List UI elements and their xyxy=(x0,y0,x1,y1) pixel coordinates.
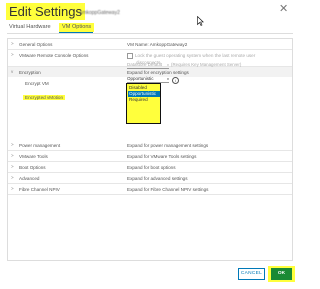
checkbox-label: Lock the guest operating system when the… xyxy=(135,53,256,59)
row-label: Fibre Channel NPIV xyxy=(19,187,60,192)
row-label: Encrypted vMotion xyxy=(23,95,66,100)
chevron-right-icon[interactable]: > xyxy=(11,142,14,148)
encrypt-vm-select-value: Datastore Default xyxy=(127,62,163,67)
kms-hint: (Requires Key Management Server) xyxy=(171,62,242,67)
row-label: Encryption xyxy=(19,70,41,75)
row-advanced[interactable]: > Advanced Expand for advanced settings xyxy=(8,173,292,184)
dialog-title: Edit Settings xyxy=(6,3,85,20)
row-label: Power management xyxy=(19,143,61,148)
row-value: Expand for VMware Tools settings xyxy=(127,154,197,159)
row-value: Expand for boot options xyxy=(127,165,176,170)
chevron-down-icon: v xyxy=(167,76,169,81)
row-value: Expand for advanced settings xyxy=(127,176,188,181)
row-value: Expand for Fibre Channel NPIV settings xyxy=(127,187,209,192)
mouse-cursor-icon xyxy=(197,16,204,26)
row-label: VMware Tools xyxy=(19,154,48,159)
info-icon[interactable]: i xyxy=(172,77,179,84)
tab-divider xyxy=(7,33,293,34)
row-value: Expand for power management settings xyxy=(127,143,209,148)
encrypted-vmotion-select[interactable]: Opportunistic v xyxy=(127,76,169,83)
row-label: Boot Options xyxy=(19,165,46,170)
edit-settings-dialog: Edit Settings AmkoppGateway2 ✕ Virtual H… xyxy=(0,0,300,289)
cancel-button[interactable]: CANCEL xyxy=(238,268,265,280)
row-vmware-tools[interactable]: > VMware Tools Expand for VMware Tools s… xyxy=(8,151,292,162)
chevron-right-icon[interactable]: > xyxy=(11,175,14,181)
lock-guest-os-checkbox[interactable] xyxy=(127,53,133,59)
ok-button[interactable]: OK xyxy=(271,268,292,280)
row-general-options[interactable]: > General Options VM Name: AmkoppGateway… xyxy=(8,39,292,50)
encrypted-vmotion-select-value: Opportunistic xyxy=(127,76,154,81)
settings-table: > General Options VM Name: AmkoppGateway… xyxy=(7,38,293,261)
tab-vm-options[interactable]: VM Options xyxy=(59,23,95,32)
tab-virtual-hardware[interactable]: Virtual Hardware xyxy=(9,23,51,32)
chevron-down-icon: v xyxy=(167,62,169,67)
row-label: Advanced xyxy=(19,176,40,181)
encrypt-vm-select[interactable]: Datastore Default v xyxy=(127,62,169,69)
chevron-right-icon[interactable]: > xyxy=(11,186,14,192)
chevron-right-icon[interactable]: > xyxy=(11,41,14,47)
row-fibre-channel-npiv[interactable]: > Fibre Channel NPIV Expand for Fibre Ch… xyxy=(8,184,292,195)
row-label: Encrypt VM xyxy=(25,81,49,86)
row-boot-options[interactable]: > Boot Options Expand for boot options xyxy=(8,162,292,173)
row-value: Expand for encryption settings xyxy=(127,70,189,75)
chevron-right-icon[interactable]: > xyxy=(11,153,14,159)
row-value: VM Name: AmkoppGateway2 xyxy=(127,42,188,47)
encrypted-vmotion-dropdown: Disabled Opportunistic Required xyxy=(126,83,161,124)
dropdown-option-required[interactable]: Required xyxy=(129,97,148,103)
chevron-right-icon[interactable]: > xyxy=(11,164,14,170)
chevron-right-icon[interactable]: > xyxy=(11,52,14,58)
close-icon[interactable]: ✕ xyxy=(279,4,288,15)
row-power-management[interactable]: > Power management Expand for power mana… xyxy=(8,140,292,151)
vm-name-tag: AmkoppGateway2 xyxy=(79,10,120,16)
chevron-down-icon[interactable]: v xyxy=(11,69,13,75)
lock-guest-os-checkbox-row: Lock the guest operating system when the… xyxy=(127,53,255,59)
ok-button-highlight: OK xyxy=(268,266,295,282)
row-label: General Options xyxy=(19,42,53,47)
row-label: VMware Remote Console Options xyxy=(19,53,89,58)
